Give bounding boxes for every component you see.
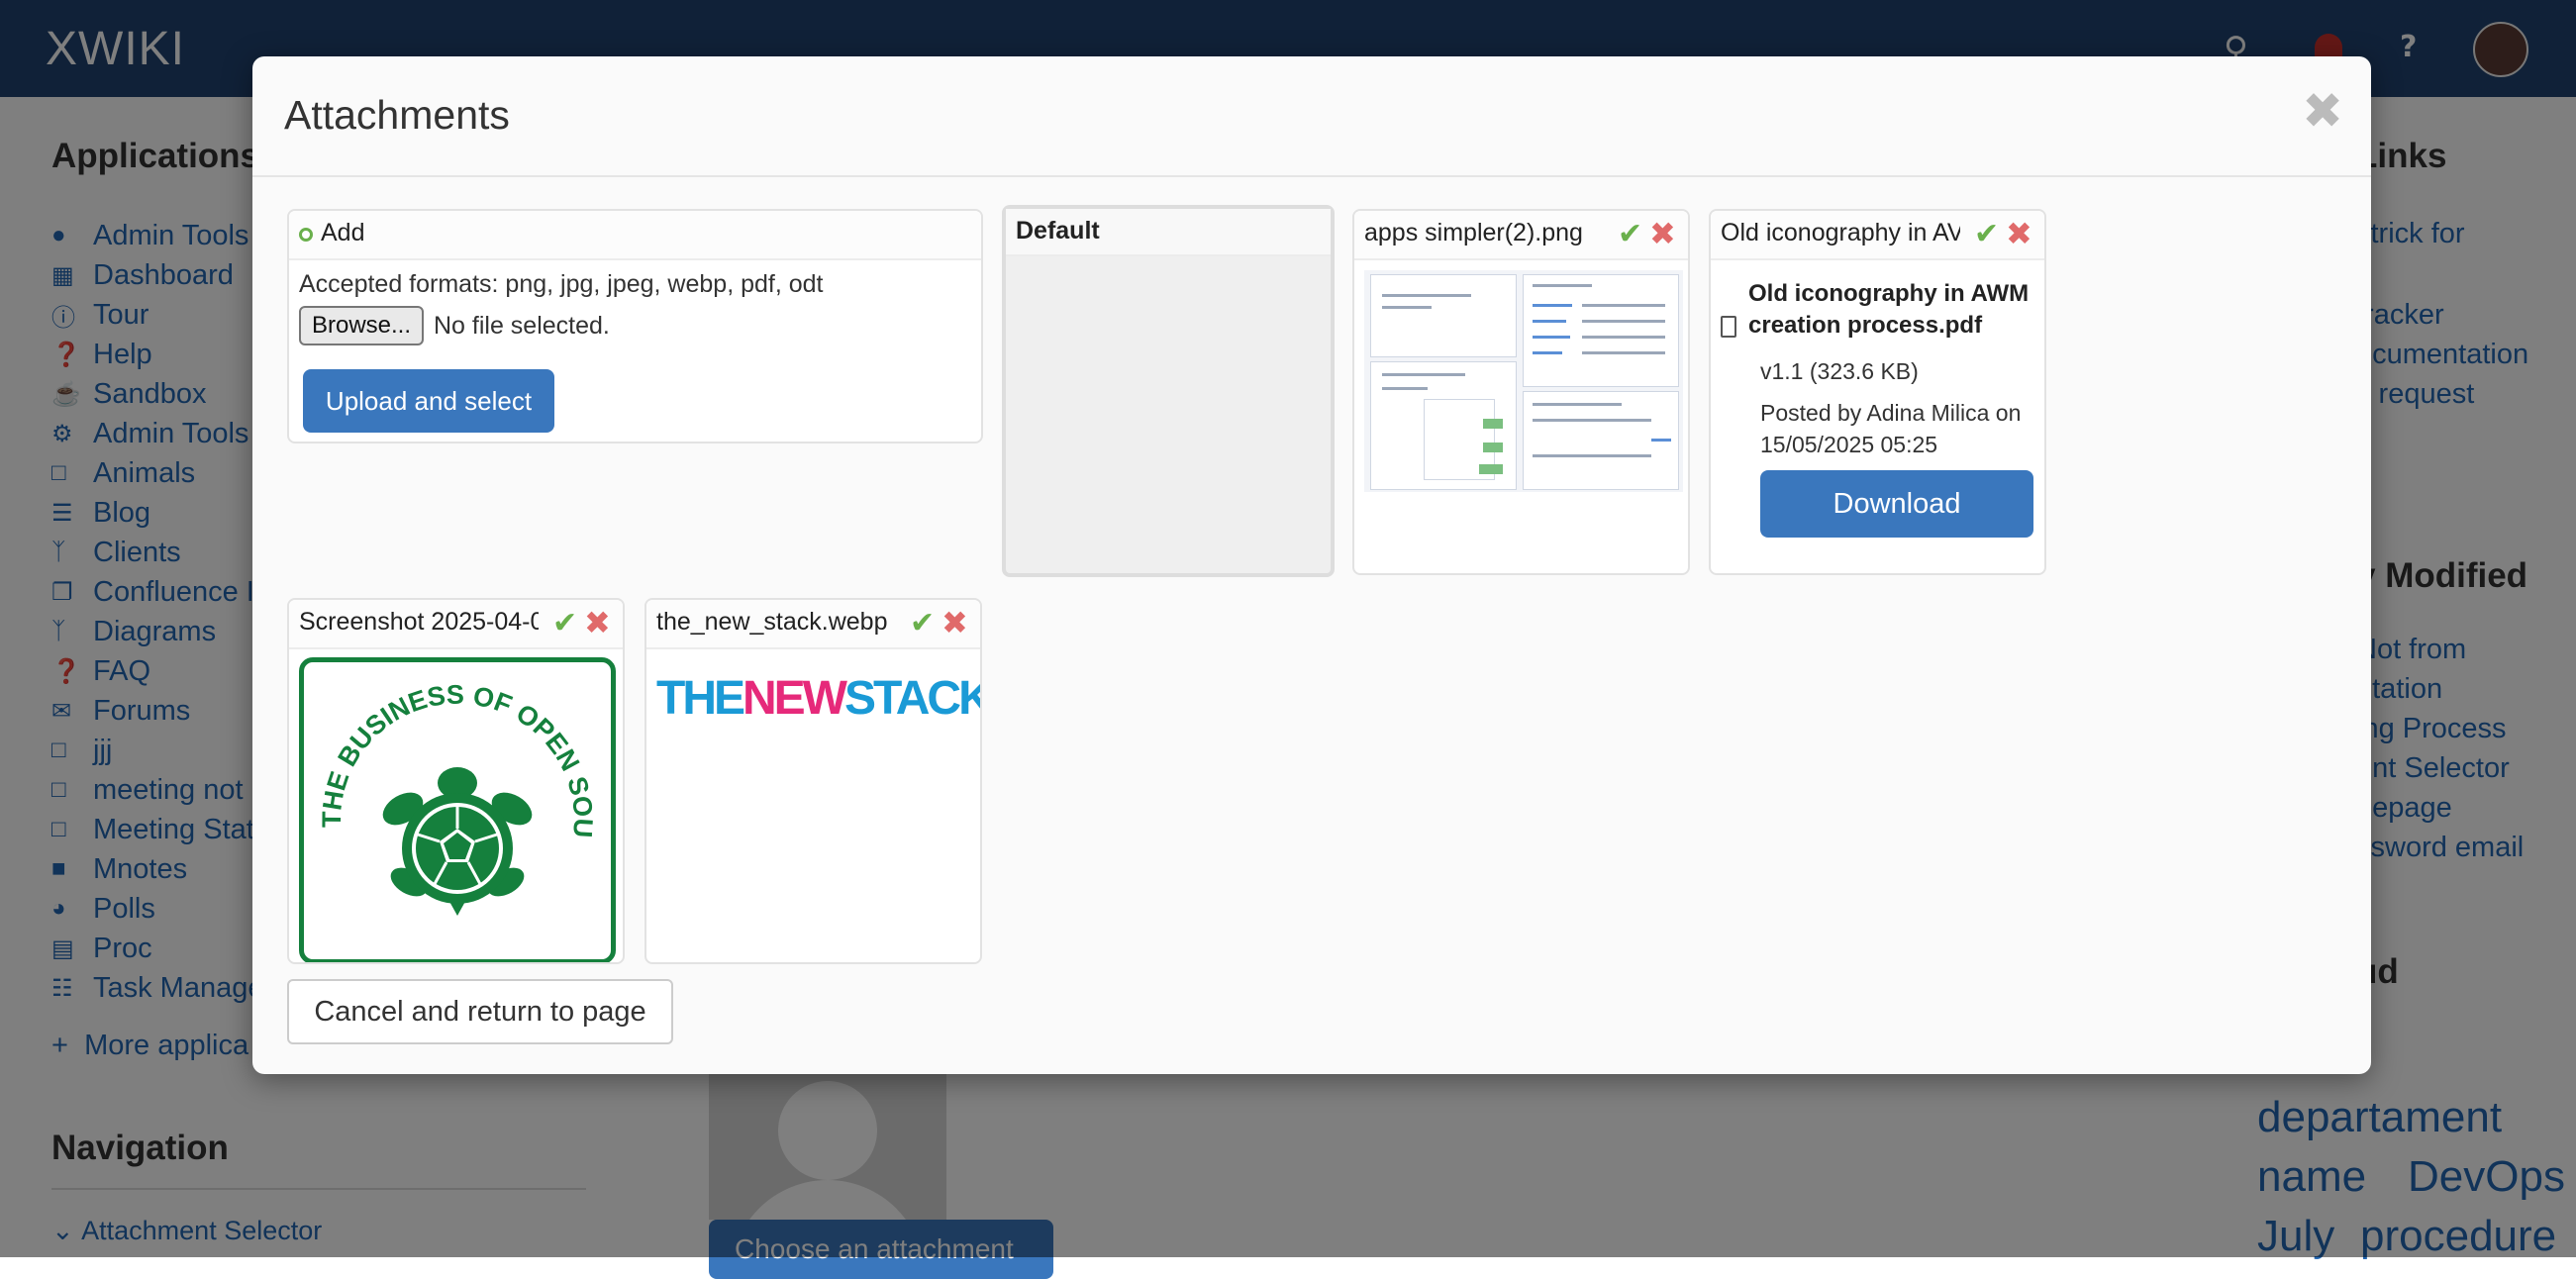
attachment-posted-by: Posted by Adina Milica on 15/05/2025 05:… — [1760, 400, 2022, 457]
modal-header-divider — [252, 175, 2371, 177]
open-source-turtle-logo: THE BUSINESS OF OPEN SOURCE — [294, 639, 598, 916]
add-attachment-card: Add Accepted formats: png, jpg, jpeg, we… — [287, 209, 983, 443]
attachment-card[interactable]: apps simpler(2).png ✔ ✖ — [1352, 209, 1690, 575]
close-icon[interactable]: ✖ — [2302, 86, 2343, 136]
download-button[interactable]: Download — [1760, 470, 2033, 538]
delete-icon[interactable]: ✖ — [1649, 215, 1676, 252]
attachment-version: v1.1 (323.6 KB) — [1760, 358, 1919, 384]
add-card-title: Add — [321, 219, 365, 246]
delete-icon[interactable]: ✖ — [941, 604, 968, 641]
attachment-name: Screenshot 2025-04-0 — [299, 608, 539, 636]
attachment-file-title: Old iconography in AWM creation process.… — [1748, 280, 2030, 339]
attachment-card-header: apps simpler(2).png ✔ ✖ — [1354, 211, 1688, 260]
attachment-card-header: Old iconography in AV ✔ ✖ — [1711, 211, 2044, 260]
browse-button[interactable]: Browse... — [299, 306, 424, 345]
attachment-name: Old iconography in AV — [1721, 219, 1960, 246]
check-icon[interactable]: ✔ — [552, 606, 577, 640]
default-card-title: Default — [1016, 217, 1100, 245]
attachment-name: apps simpler(2).png — [1364, 219, 1583, 246]
pdf-file-icon — [1721, 316, 1736, 338]
delete-icon[interactable]: ✖ — [2006, 215, 2032, 252]
cancel-and-return-button[interactable]: Cancel and return to page — [287, 979, 673, 1044]
attachment-card[interactable]: the_new_stack.webp ✔ ✖ THENEWSTACK — [644, 598, 982, 964]
attachment-thumbnail[interactable] — [1364, 270, 1683, 492]
upload-and-select-button[interactable]: Upload and select — [303, 369, 554, 433]
default-attachment-card[interactable]: Default — [1002, 205, 1335, 577]
attachment-card-header: the_new_stack.webp ✔ ✖ — [646, 600, 980, 649]
attachment-card[interactable]: Old iconography in AV ✔ ✖ Old iconograph… — [1709, 209, 2046, 575]
check-icon[interactable]: ✔ — [910, 606, 935, 640]
modal-title: Attachments — [284, 92, 510, 138]
delete-icon[interactable]: ✖ — [584, 604, 611, 641]
the-new-stack-logo[interactable]: THENEWSTACK — [656, 671, 980, 726]
attachment-thumbnail[interactable]: THE BUSINESS OF OPEN SOURCE — [294, 639, 616, 962]
accepted-formats-text: Accepted formats: png, jpg, jpeg, webp, … — [299, 270, 824, 298]
attachment-card-header: Screenshot 2025-04-0 ✔ ✖ — [289, 600, 623, 649]
no-file-selected-text: No file selected. — [434, 312, 610, 340]
check-icon[interactable]: ✔ — [1618, 217, 1642, 251]
attachment-card[interactable]: Screenshot 2025-04-0 ✔ ✖ THE BUSINESS OF… — [287, 598, 625, 964]
add-circle-icon — [299, 228, 313, 242]
add-card-header: Add — [289, 211, 981, 260]
default-card-header: Default — [1006, 209, 1331, 256]
attachments-modal: Attachments ✖ Add Accepted formats: png,… — [252, 56, 2371, 1074]
attachment-name: the_new_stack.webp — [656, 608, 888, 636]
check-icon[interactable]: ✔ — [1974, 217, 1999, 251]
